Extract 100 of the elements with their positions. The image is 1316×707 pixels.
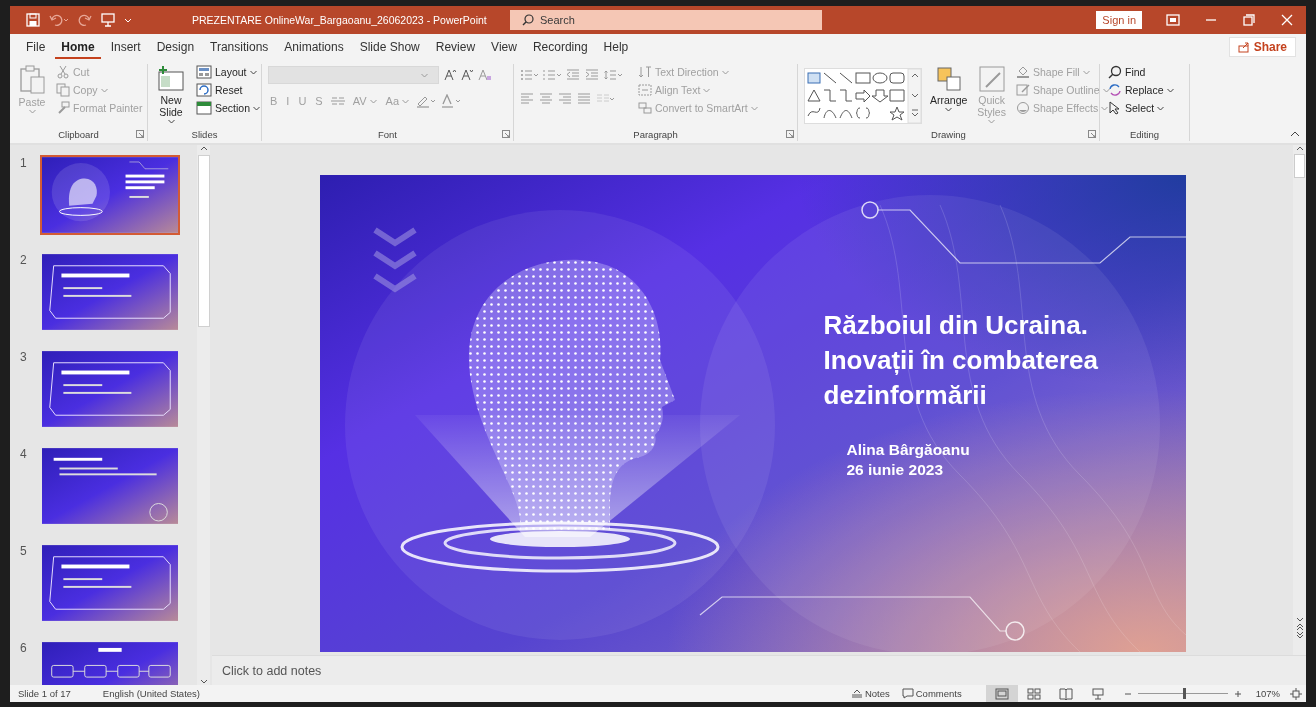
scroll-up-icon[interactable] (199, 145, 208, 151)
slide-thumbnail[interactable] (40, 155, 180, 235)
clipboard-icon (18, 65, 46, 95)
ribbon-tab[interactable]: File (20, 35, 52, 59)
fit-to-window-icon[interactable] (1290, 687, 1302, 700)
section-icon (196, 101, 212, 115)
notes-button[interactable]: Notes (844, 685, 896, 702)
search-icon (1108, 65, 1122, 79)
group-label: Slides (191, 128, 218, 140)
bulleted-list-icon[interactable] (520, 69, 538, 81)
slide-thumbnail[interactable] (40, 446, 180, 526)
next-slide-icon[interactable] (1295, 631, 1304, 639)
redo-icon[interactable] (78, 13, 92, 27)
sign-in-button[interactable]: Sign in (1096, 11, 1142, 29)
dialog-launcher-icon[interactable] (1088, 130, 1096, 138)
slide-number: 2 (19, 253, 28, 269)
caret-icon (703, 87, 711, 93)
ribbon-tab[interactable]: Home (55, 35, 101, 59)
previous-slide-icon[interactable] (1295, 623, 1304, 631)
caret-icon (249, 69, 257, 75)
dialog-launcher-icon[interactable] (502, 130, 510, 138)
ribbon-tab[interactable]: View (485, 35, 523, 59)
ribbon-tab[interactable]: Design (150, 35, 201, 59)
caret-icon (1157, 105, 1165, 111)
font-name-field[interactable] (268, 66, 432, 84)
scrollbar-thumb[interactable] (197, 155, 210, 327)
clear-format-icon[interactable] (478, 69, 492, 81)
share-icon (1237, 41, 1250, 53)
slide-thumbnail[interactable] (40, 349, 180, 429)
ribbon-tab[interactable]: Review (429, 35, 482, 59)
scissors-icon (56, 65, 70, 79)
scrollbar-thumb[interactable] (1294, 154, 1305, 178)
slide-thumbnail[interactable] (40, 252, 180, 332)
replace-icon (1108, 83, 1122, 97)
undo-icon[interactable] (49, 13, 69, 27)
notes-field[interactable]: Click to add notes (212, 655, 1306, 685)
dialog-launcher-icon[interactable] (136, 130, 144, 138)
slide-counter: Slide 1 of 17 (18, 688, 71, 699)
shape-gallery[interactable] (804, 68, 922, 124)
ribbon-tab[interactable]: Help (597, 35, 635, 59)
pointer-icon (1108, 101, 1122, 115)
ribbon-display-icon[interactable] (1166, 14, 1180, 26)
group-label: Clipboard (58, 128, 99, 140)
arrange-icon (934, 65, 963, 93)
caret-icon (988, 119, 996, 124)
search-field[interactable]: Search (510, 10, 822, 30)
slide-number: 6 (19, 641, 28, 657)
close-icon[interactable] (1281, 14, 1293, 26)
zoom-level[interactable]: 107% (1255, 688, 1280, 699)
effects-icon (1015, 101, 1030, 115)
scrollbar[interactable] (197, 145, 210, 685)
language-label[interactable]: English (United States) (102, 688, 200, 699)
scroll-down-icon[interactable] (199, 679, 208, 685)
scroll-up-icon[interactable] (1295, 145, 1304, 151)
ribbon-tab[interactable]: Animations (278, 35, 350, 59)
arrange-button[interactable]: Arrange (928, 64, 970, 113)
slide-thumbnail[interactable] (40, 543, 180, 623)
align-text-icon (638, 83, 652, 97)
layout-button[interactable]: Layout (194, 64, 263, 80)
decrease-indent-icon[interactable] (566, 69, 580, 81)
new-slide-icon (156, 65, 186, 93)
caret-icon (421, 72, 428, 78)
share-button[interactable]: Share (1228, 37, 1296, 57)
line-spacing-icon[interactable] (604, 69, 622, 81)
reset-button[interactable]: Reset (194, 82, 263, 98)
comments-button[interactable]: Comments (895, 685, 968, 702)
caret-icon (253, 105, 261, 111)
shrink-font-icon[interactable] (461, 69, 473, 81)
group-label: Font (378, 128, 397, 140)
text-direction-icon (638, 65, 652, 79)
scroll-down-icon[interactable] (1295, 617, 1304, 623)
grow-font-icon[interactable] (444, 69, 456, 81)
view-button[interactable] (985, 685, 1018, 702)
section-button[interactable]: Section (194, 100, 263, 116)
slider-thumb[interactable] (1182, 688, 1186, 699)
paint-bucket-icon (1015, 65, 1030, 79)
save-icon[interactable] (26, 13, 40, 27)
presentation-icon[interactable] (101, 13, 115, 27)
new-slide-button[interactable]: New Slide (154, 64, 188, 125)
scrollbar[interactable] (1293, 145, 1306, 655)
slide-number: 1 (19, 156, 28, 172)
dialog-launcher-icon[interactable] (786, 130, 794, 138)
ribbon-tab[interactable]: Insert (104, 35, 147, 59)
normal-view-icon (994, 687, 1009, 700)
ribbon-tab[interactable]: Slide Show (353, 35, 426, 59)
increase-indent-icon[interactable] (585, 69, 599, 81)
replace-button[interactable]: Replace (1106, 82, 1176, 98)
slide-number: 5 (19, 544, 28, 560)
caret-icon[interactable] (124, 16, 132, 24)
zoom-in-icon[interactable] (1233, 689, 1242, 698)
restore-icon[interactable] (1243, 14, 1255, 26)
quick-styles-icon (977, 65, 1006, 93)
font-color-icon[interactable] (441, 94, 462, 108)
ribbon-tab[interactable]: Transitions (204, 35, 275, 59)
font-size-field[interactable] (431, 66, 439, 84)
ribbon-tab[interactable]: Recording (526, 35, 594, 59)
collapse-ribbon-icon[interactable] (1290, 131, 1300, 137)
highlighter-icon[interactable] (416, 94, 437, 108)
caret-icon (721, 69, 729, 75)
caret-icon (167, 119, 175, 124)
